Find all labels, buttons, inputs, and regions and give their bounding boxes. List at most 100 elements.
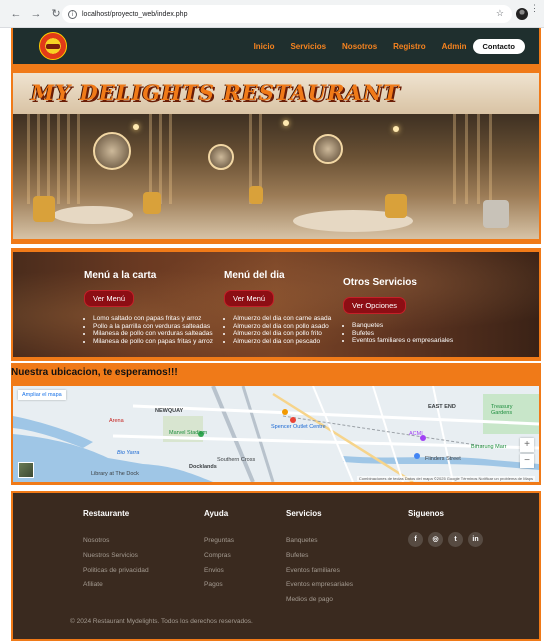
menu-card-otros: Otros Servicios Ver Opciones Banquetes B… <box>343 277 453 345</box>
restaurant-logo[interactable] <box>39 32 67 60</box>
map-label: Marvel Stadium <box>169 430 208 436</box>
copyright-text: © 2024 Restaurant Mydelights. Todos los … <box>70 618 253 625</box>
footer-col-title: Siguenos <box>408 509 445 518</box>
footer-col-title: Servicios <box>286 509 322 518</box>
footer-link[interactable]: Eventos familiares <box>286 567 353 574</box>
zoom-out-button[interactable]: − <box>520 454 534 468</box>
list-item: Pollo a la parrilla con verduras saltead… <box>93 323 213 331</box>
list-item: Banquetes <box>352 322 453 330</box>
map-label: Flinders Street <box>425 456 461 462</box>
zoom-in-button[interactable]: + <box>520 438 534 452</box>
menu-card-list: Banquetes Bufetes Eventos familiares o e… <box>343 322 453 345</box>
nav-servicios[interactable]: Servicios <box>290 42 326 51</box>
site-header: Inicio Servicios Nosotros Registro Admin… <box>11 28 541 64</box>
social-links: f ◎ t in <box>408 532 483 547</box>
nav-inicio[interactable]: Inicio <box>254 42 275 51</box>
map-label: NEWQUAY <box>155 408 184 414</box>
location-section: Nuestra ubicacion, te esperamos!!! <box>11 363 541 384</box>
nav-registro[interactable]: Registro <box>393 42 425 51</box>
footer-col-title: Restaurante <box>83 509 130 518</box>
contact-button[interactable]: Contacto <box>472 39 525 54</box>
site-footer: Restaurante Nosotros Nuestros Servicios … <box>11 491 541 641</box>
footer-link[interactable]: Eventos empresariales <box>286 581 353 588</box>
forward-icon[interactable]: → <box>28 6 44 22</box>
list-item: Milanesa de pollo con papas fritas y arr… <box>93 338 213 346</box>
map-type-thumbnail[interactable] <box>18 462 34 478</box>
footer-link[interactable]: Nuestros Servicios <box>83 552 149 559</box>
hero-banner: MY DELIGHTS RESTAURANT <box>13 73 539 239</box>
hero-title-band: MY DELIGHTS RESTAURANT <box>13 73 539 114</box>
facebook-icon[interactable]: f <box>408 532 423 547</box>
list-item: Eventos familiares o empresariales <box>352 337 453 345</box>
restaurant-interior-image <box>13 114 539 239</box>
map-label: Spencer Outlet Centre <box>271 424 326 430</box>
footer-link[interactable]: Envios <box>204 567 234 574</box>
back-icon[interactable]: ← <box>8 6 24 22</box>
list-item: Almuerzo del dia con pescado <box>233 338 331 346</box>
map-label: Arena <box>109 418 124 424</box>
footer-link[interactable]: Preguntas <box>204 537 234 544</box>
map-canvas <box>13 386 539 482</box>
list-item: Bufetes <box>352 330 453 338</box>
menu-card-list: Almuerzo del dia con carne asada Almuerz… <box>224 315 331 345</box>
map-label: Birrarung Marr <box>471 444 507 450</box>
google-map[interactable]: Ampliar el mapa NEWQUAY EAST END Marvel … <box>13 386 539 482</box>
ver-menu-dia-button[interactable]: Ver Menú <box>224 290 275 307</box>
list-item: Almuerzo del dia con pollo frito <box>233 330 331 338</box>
list-item: Almuerzo del dia con carne asada <box>233 315 331 323</box>
menu-card-dia: Menú del dia Ver Menú Almuerzo del dia c… <box>224 270 331 345</box>
location-title: Nuestra ubicacion, te esperamos!!! <box>11 367 178 378</box>
url-text: localhost/proyecto_web/index.php <box>82 10 188 18</box>
list-item: Lomo saltado con papas fritas y arroz <box>93 315 213 323</box>
ver-menu-carta-button[interactable]: Ver Menú <box>84 290 135 307</box>
footer-link[interactable]: Medios de pago <box>286 596 353 603</box>
footer-link[interactable]: Nosotros <box>83 537 149 544</box>
enlarge-map-link[interactable]: Ampliar el mapa <box>18 390 66 400</box>
profile-avatar[interactable] <box>516 8 528 20</box>
map-label: Treasury Gardens <box>491 404 513 416</box>
footer-link[interactable]: Compras <box>204 552 234 559</box>
list-item: Almuerzo del dia con pollo asado <box>233 323 331 331</box>
footer-col-servicios: Servicios Banquetes Bufetes Eventos fami… <box>286 509 353 611</box>
ver-opciones-button[interactable]: Ver Opciones <box>343 297 407 314</box>
map-label: ACMI <box>409 431 423 437</box>
map-label: EAST END <box>428 404 456 410</box>
menu-card-title: Otros Servicios <box>343 277 417 288</box>
map-frame: Ampliar el mapa NEWQUAY EAST END Marvel … <box>11 384 541 485</box>
menu-card-list: Lomo saltado con papas fritas y arroz Po… <box>84 315 213 345</box>
hero-section: MY DELIGHTS RESTAURANT <box>11 64 541 244</box>
menu-card-carta: Menú a la carta Ver Menú Lomo saltado co… <box>84 270 213 345</box>
footer-link[interactable]: Politicas de privacidad <box>83 567 149 574</box>
footer-link[interactable]: Pagos <box>204 581 234 588</box>
footer-link[interactable]: Bufetes <box>286 552 353 559</box>
footer-col-title: Ayuda <box>204 509 229 518</box>
nav-nosotros[interactable]: Nosotros <box>342 42 377 51</box>
address-bar[interactable]: i localhost/proyecto_web/index.php ☆ <box>62 5 512 23</box>
page: Inicio Servicios Nosotros Registro Admin… <box>11 28 541 643</box>
map-label: Docklands <box>189 464 217 470</box>
site-info-icon[interactable]: i <box>68 9 77 19</box>
map-label: Southern Cross <box>217 457 256 463</box>
linkedin-icon[interactable]: in <box>468 532 483 547</box>
browser-menu-icon[interactable]: ⋮ <box>530 4 539 13</box>
map-label: Bio Yarra <box>117 450 140 456</box>
menu-section-background: Menú a la carta Ver Menú Lomo saltado co… <box>13 252 539 357</box>
list-item: Milanesa de pollo con verduras salteadas <box>93 330 213 338</box>
footer-col-social: Siguenos f ◎ t in <box>408 509 483 547</box>
menu-card-title: Menú del dia <box>224 270 285 281</box>
twitter-icon[interactable]: t <box>448 532 463 547</box>
nav-admin[interactable]: Admin <box>442 42 467 51</box>
bookmark-star-icon[interactable]: ☆ <box>496 8 504 19</box>
main-nav: Inicio Servicios Nosotros Registro Admin… <box>238 39 525 54</box>
map-attribution[interactable]: Combinaciones de teclas Datos del mapa ©… <box>356 476 535 481</box>
footer-col-restaurante: Restaurante Nosotros Nuestros Servicios … <box>83 509 149 596</box>
instagram-icon[interactable]: ◎ <box>428 532 443 547</box>
footer-col-ayuda: Ayuda Preguntas Compras Envios Pagos <box>204 509 234 596</box>
map-label: Library at The Dock <box>91 471 139 477</box>
browser-toolbar: ← → ↻ i localhost/proyecto_web/index.php… <box>0 0 544 28</box>
hero-title: MY DELIGHTS RESTAURANT <box>31 80 400 105</box>
footer-link[interactable]: Afiliate <box>83 581 149 588</box>
menu-section: Menú a la carta Ver Menú Lomo saltado co… <box>11 248 541 361</box>
menu-card-title: Menú a la carta <box>84 270 157 281</box>
footer-link[interactable]: Banquetes <box>286 537 353 544</box>
